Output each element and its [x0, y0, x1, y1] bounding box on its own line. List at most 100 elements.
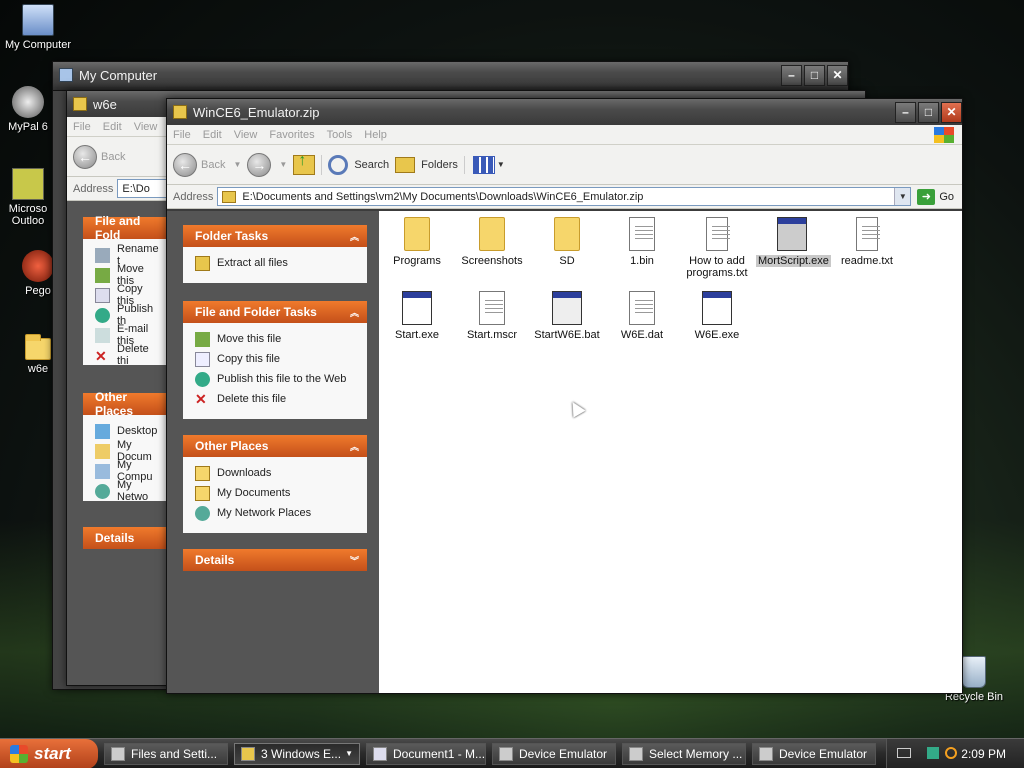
minimize-button[interactable]: – — [895, 101, 916, 123]
taskbar-item-select-memory[interactable]: Select Memory ... — [622, 742, 746, 765]
place-my-network[interactable]: My Netwo — [95, 479, 157, 503]
file-item-w6e-exe[interactable]: W6E.exe — [681, 291, 753, 341]
window-title: My Computer — [79, 67, 158, 83]
task-copy[interactable]: Copy this — [95, 283, 157, 307]
minimize-button[interactable]: – — [781, 64, 802, 86]
panel-header[interactable]: Details ︾ — [183, 549, 367, 571]
menu-edit[interactable]: Edit — [197, 129, 228, 141]
close-button[interactable]: ✕ — [941, 101, 962, 123]
windows-flag-icon — [10, 744, 28, 763]
file-item-screenshots[interactable]: Screenshots — [456, 217, 528, 267]
back-button[interactable]: ← Back — [73, 144, 125, 169]
menu-edit[interactable]: Edit — [97, 121, 128, 133]
menu-view[interactable]: View — [128, 121, 164, 133]
menu-tools[interactable]: Tools — [321, 129, 359, 141]
task-publish-file[interactable]: Publish this file to the Web — [195, 369, 357, 389]
panel-header[interactable]: File and Fold — [83, 214, 167, 242]
forward-button[interactable]: → ▼ — [247, 152, 287, 177]
taskbar-item-device-emulator-1[interactable]: Device Emulator — [492, 742, 616, 765]
place-my-documents[interactable]: My Docum — [95, 439, 157, 463]
task-extract-all[interactable]: Extract all files — [195, 253, 357, 273]
address-dropdown-button[interactable]: ▼ — [894, 188, 911, 205]
task-move-file[interactable]: Move this file — [195, 329, 357, 349]
file-item-readme-txt[interactable]: readme.txt — [831, 217, 903, 267]
desktop-icon-outlook[interactable]: Microso Outloo — [0, 168, 56, 227]
search-tray-icon[interactable] — [945, 747, 957, 759]
panel-header[interactable]: Details — [83, 527, 167, 549]
task-delete[interactable]: ✕ Delete thi — [95, 343, 157, 367]
file-item-sd[interactable]: SD — [531, 217, 603, 267]
taskbar-item-files-and-settings[interactable]: Files and Setti... — [104, 742, 228, 765]
taskbar-item-device-emulator-2[interactable]: Device Emulator — [752, 742, 876, 765]
menu-view[interactable]: View — [228, 129, 264, 141]
file-item-w6e-dat[interactable]: W6E.dat — [606, 291, 678, 341]
network-icon — [95, 483, 110, 499]
task-move[interactable]: Move this — [95, 263, 157, 287]
window-wince6-emulator[interactable]: WinCE6_Emulator.zip – □ ✕ File Edit View… — [166, 98, 963, 694]
file-item-start-mscr[interactable]: Start.mscr — [456, 291, 528, 341]
data-file-icon — [629, 291, 655, 325]
file-item-startw6e-bat[interactable]: StartW6E.bat — [531, 291, 603, 341]
file-name: SD — [559, 255, 575, 267]
search-button[interactable]: Search — [321, 154, 389, 175]
titlebar[interactable]: My Computer – □ ✕ — [53, 62, 848, 88]
place-downloads[interactable]: Downloads — [195, 463, 357, 483]
titlebar[interactable]: WinCE6_Emulator.zip – □ ✕ — [167, 99, 962, 125]
file-item-programs[interactable]: Programs — [381, 217, 453, 267]
task-copy-file[interactable]: Copy this file — [195, 349, 357, 369]
maximize-button[interactable]: □ — [918, 101, 939, 123]
address-field[interactable]: E:\Documents and Settings\vm2\My Documen… — [217, 187, 912, 206]
clock[interactable]: 2:09 PM — [961, 747, 1006, 761]
up-folder-button[interactable]: ↑ — [293, 152, 316, 175]
views-button[interactable]: ▼ — [463, 155, 505, 174]
mouse-cursor-busy-icon — [566, 398, 586, 418]
desktop-icon-mypal[interactable]: MyPal 6 — [0, 86, 56, 133]
task-delete-file[interactable]: ✕ Delete this file — [195, 389, 357, 409]
file-list[interactable]: Programs Screenshots SD 1.bin How to add… — [379, 211, 962, 693]
taskbar-item-windows-explorer-group[interactable]: 3 Windows E... ▼ — [234, 742, 360, 765]
network-tray-icon[interactable] — [927, 747, 939, 759]
menu-favorites[interactable]: Favorites — [263, 129, 320, 141]
panel-title: Other Places — [195, 439, 269, 453]
panel-header[interactable]: Folder Tasks ︽ — [183, 225, 367, 247]
menu-help[interactable]: Help — [358, 129, 393, 141]
folder-icon — [479, 217, 505, 251]
start-button[interactable]: start — [0, 738, 98, 768]
window-title: w6e — [93, 96, 117, 112]
taskbar-item-document1[interactable]: Document1 - M... — [366, 742, 486, 765]
file-item-1-bin[interactable]: 1.bin — [606, 217, 678, 267]
folders-button[interactable]: Folders — [395, 156, 458, 173]
address-field[interactable]: E:\Do — [117, 179, 167, 198]
task-email[interactable]: E-mail this — [95, 323, 157, 347]
place-my-network-places[interactable]: My Network Places — [195, 503, 357, 523]
task-rename[interactable]: Rename t — [95, 243, 159, 267]
pego-icon — [22, 250, 54, 282]
folder-icon — [25, 334, 51, 360]
task-pane: Folder Tasks ︽ Extract all files File and… — [167, 211, 379, 693]
panel-header[interactable]: Other Places ︽ — [183, 435, 367, 457]
go-button[interactable]: ➜ Go — [917, 188, 954, 205]
address-value: E:\Documents and Settings\vm2\My Documen… — [242, 190, 644, 203]
device-icon — [759, 746, 773, 761]
panel-header[interactable]: File and Folder Tasks ︽ — [183, 301, 367, 323]
maximize-button[interactable]: □ — [804, 64, 825, 86]
desktop-icon — [95, 423, 110, 439]
file-item-start-exe[interactable]: Start.exe — [381, 291, 453, 341]
file-item-how-to-add-programs[interactable]: How to add programs.txt — [681, 217, 753, 279]
place-my-computer[interactable]: My Compu — [95, 459, 157, 483]
desktop-icon-my-computer[interactable]: My Computer — [0, 4, 76, 51]
panel-header[interactable]: Other Places — [83, 390, 167, 418]
window-my-computer[interactable]: My Computer – □ ✕ — [52, 61, 849, 91]
close-button[interactable]: ✕ — [827, 64, 848, 86]
file-item-mortscript-exe[interactable]: MortScript.exe — [756, 217, 831, 267]
menu-file[interactable]: File — [67, 121, 97, 133]
keyboard-icon[interactable] — [897, 748, 911, 758]
place-desktop[interactable]: Desktop — [95, 421, 157, 441]
task-label: Document1 - M... — [393, 746, 486, 761]
task-publish[interactable]: Publish th — [95, 303, 157, 327]
menu-file[interactable]: File — [167, 129, 197, 141]
place-my-documents[interactable]: My Documents — [195, 483, 357, 503]
file-name: readme.txt — [841, 255, 893, 267]
file-name: W6E.dat — [620, 329, 664, 341]
back-button[interactable]: ← Back ▼ — [173, 152, 241, 177]
